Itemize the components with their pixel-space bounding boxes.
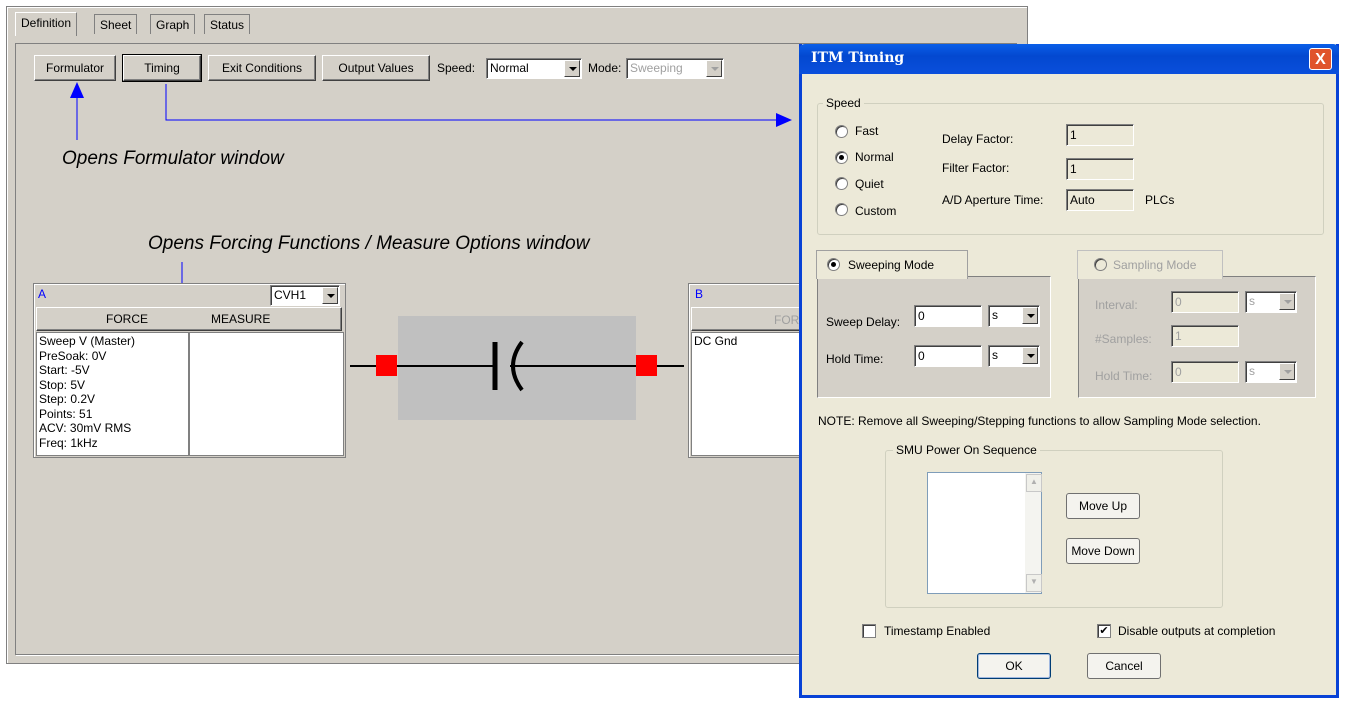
sweeping-mode-radio[interactable] <box>827 258 840 271</box>
sampling-mode-label: Sampling Mode <box>1113 258 1197 272</box>
move-up-button[interactable]: Move Up <box>1066 493 1140 519</box>
sampling-hold-unit-select: s <box>1245 361 1297 383</box>
sampling-hold-input: 0 <box>1171 361 1239 383</box>
tab-definition[interactable]: Definition <box>15 12 78 36</box>
speed-normal-label[interactable]: Normal <box>855 150 894 164</box>
samples-label: #Samples: <box>1095 332 1152 346</box>
speed-quiet-radio[interactable] <box>835 177 848 190</box>
disable-outputs-checkbox[interactable]: ✔ <box>1097 624 1111 638</box>
dialog-title: ITM Timing <box>811 50 905 66</box>
chevron-down-icon <box>1279 363 1295 380</box>
smu-sequence-list[interactable]: ▲ ▼ <box>927 472 1042 594</box>
force-line: Start: -5V <box>39 363 90 377</box>
force-line: Stop: 5V <box>39 377 86 392</box>
terminal-a-measure-list[interactable] <box>189 332 344 456</box>
timestamp-label[interactable]: Timestamp Enabled <box>884 624 990 638</box>
force-measure-header[interactable] <box>36 307 342 331</box>
force-line: Step: 0.2V <box>39 392 96 406</box>
force-lines: Sweep V (Master) PreSoak: 0V Start: -5V Sto… <box>37 333 188 451</box>
force-header-label[interactable]: FORCE <box>106 312 148 326</box>
force-line: ACV: 30mV RMS <box>39 421 132 435</box>
chevron-down-icon <box>1279 293 1295 310</box>
formulator-annotation: Opens Formulator window <box>62 148 284 169</box>
capacitor-device <box>350 316 684 420</box>
sampling-note: NOTE: Remove all Sweeping/Stepping funct… <box>818 414 1261 428</box>
disable-outputs-label[interactable]: Disable outputs at completion <box>1118 624 1275 638</box>
force-line: Freq: 1kHz <box>39 435 98 450</box>
scrollbar[interactable]: ▲ ▼ <box>1025 473 1042 593</box>
sampling-mode-radio <box>1094 258 1107 271</box>
terminal-a-instrument-select[interactable]: CVH1 <box>270 285 340 306</box>
ad-aperture-label: A/D Aperture Time: <box>942 193 1044 207</box>
interval-unit-select: s <box>1245 291 1297 313</box>
dialog-titlebar[interactable]: ITM Timing <box>799 44 1339 74</box>
terminal-a-force-list[interactable]: Sweep V (Master) PreSoak: 0V Start: -5V Sto… <box>36 332 189 456</box>
sweep-delay-input[interactable]: 0 <box>914 305 982 327</box>
speed-group-title: Speed <box>823 96 864 110</box>
measure-header-label[interactable]: MEASURE <box>211 312 270 326</box>
cancel-button[interactable]: Cancel <box>1087 653 1161 679</box>
timestamp-checkbox[interactable] <box>862 624 876 638</box>
close-icon[interactable]: X <box>1309 48 1332 70</box>
chevron-down-icon[interactable]: ▼ <box>1026 574 1042 592</box>
speed-normal-radio[interactable] <box>835 151 848 164</box>
interval-label: Interval: <box>1095 298 1138 312</box>
device-body <box>398 316 636 420</box>
terminal-b-name: B <box>695 287 704 301</box>
force-line: Points: 51 <box>39 406 93 421</box>
chevron-down-icon[interactable] <box>322 287 338 304</box>
force-line: PreSoak: 0V <box>39 348 107 363</box>
terminal-a-pin[interactable] <box>376 355 397 376</box>
interval-unit-value: s <box>1249 294 1255 308</box>
sampling-hold-label: Hold Time: <box>1095 369 1153 383</box>
terminal-a-instrument-value: CVH1 <box>274 288 307 302</box>
timing-arrow-line <box>165 84 780 121</box>
sweep-delay-unit-select[interactable]: s <box>988 305 1040 327</box>
smu-sequence-title: SMU Power On Sequence <box>893 443 1040 457</box>
ok-button[interactable]: OK <box>977 653 1051 679</box>
samples-input: 1 <box>1171 325 1239 347</box>
hold-time-unit-select[interactable]: s <box>988 345 1040 367</box>
speed-custom-radio[interactable] <box>835 203 848 216</box>
sampling-hold-unit-value: s <box>1249 364 1255 378</box>
forcing-annotation: Opens Forcing Functions / Measure Option… <box>148 233 590 254</box>
hold-time-input[interactable]: 0 <box>914 345 982 367</box>
terminal-a-name: A <box>38 287 47 301</box>
sweep-delay-unit-value: s <box>992 308 998 322</box>
speed-fast-label[interactable]: Fast <box>855 124 878 138</box>
interval-input: 0 <box>1171 291 1239 313</box>
delay-factor-label: Delay Factor: <box>942 132 1014 146</box>
move-down-button[interactable]: Move Down <box>1066 538 1140 564</box>
timing-arrow-head <box>776 113 792 127</box>
delay-factor-field: 1 <box>1066 124 1134 146</box>
formulator-arrow-head <box>70 82 84 98</box>
force-line: Sweep V (Master) <box>39 334 136 348</box>
sweeping-mode-label[interactable]: Sweeping Mode <box>848 258 934 272</box>
ad-aperture-unit: PLCs <box>1145 193 1175 207</box>
chevron-up-icon[interactable]: ▲ <box>1026 474 1042 492</box>
sweep-delay-label: Sweep Delay: <box>826 315 901 329</box>
speed-quiet-label[interactable]: Quiet <box>855 177 884 191</box>
filter-factor-label: Filter Factor: <box>942 161 1010 175</box>
hold-time-unit-value: s <box>992 348 998 362</box>
terminal-b-pin[interactable] <box>636 355 657 376</box>
hold-time-label: Hold Time: <box>826 352 884 366</box>
ad-aperture-field: Auto <box>1066 189 1134 211</box>
chevron-down-icon[interactable] <box>1022 347 1038 364</box>
filter-factor-field: 1 <box>1066 158 1134 180</box>
speed-fast-radio[interactable] <box>835 125 848 138</box>
chevron-down-icon[interactable] <box>1022 307 1038 324</box>
sweeping-mode-panel <box>817 276 1051 398</box>
speed-custom-label[interactable]: Custom <box>855 204 896 218</box>
